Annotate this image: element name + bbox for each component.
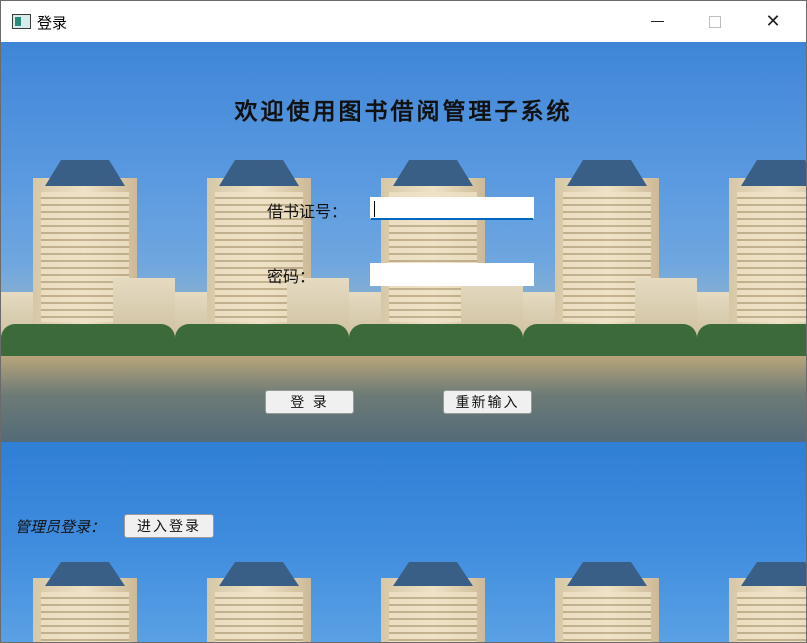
title-bar[interactable]: 登录 ✕: [1, 1, 806, 42]
campus-tile: [1, 562, 175, 642]
login-button[interactable]: 登 录: [265, 390, 354, 414]
password-input[interactable]: [370, 263, 534, 286]
minimize-button[interactable]: [628, 1, 686, 42]
campus-tile: [349, 562, 523, 642]
reset-button[interactable]: 重新输入: [443, 390, 532, 414]
campus-tile: [697, 562, 806, 642]
admin-enter-button[interactable]: 进入登录: [124, 514, 214, 538]
app-icon: [12, 14, 31, 29]
admin-login-label: 管理员登录：: [15, 518, 106, 536]
close-button[interactable]: ✕: [744, 1, 802, 42]
content-area: 欢迎使用图书借阅管理子系统 借书证号： 密码： 登 录 重新输入 管理员登录： …: [1, 42, 806, 642]
maximize-button[interactable]: [686, 1, 744, 42]
page-title: 欢迎使用图书借阅管理子系统: [234, 98, 573, 125]
close-icon: ✕: [765, 11, 781, 32]
login-window: 登录 ✕ 欢迎使用图书借阅管理子系统 借书证号： 密码： 登 录 重新输入 管理…: [0, 0, 807, 643]
maximize-icon: [709, 15, 721, 28]
card-number-label: 借书证号：: [267, 202, 348, 221]
window-title: 登录: [37, 14, 68, 32]
password-label: 密码：: [267, 267, 316, 286]
campus-tile: [523, 562, 697, 642]
background-image-lower: [1, 442, 806, 642]
minimize-icon: [650, 21, 664, 22]
card-number-input[interactable]: [370, 197, 534, 220]
campus-tile: [175, 562, 349, 642]
text-caret: [374, 201, 375, 217]
